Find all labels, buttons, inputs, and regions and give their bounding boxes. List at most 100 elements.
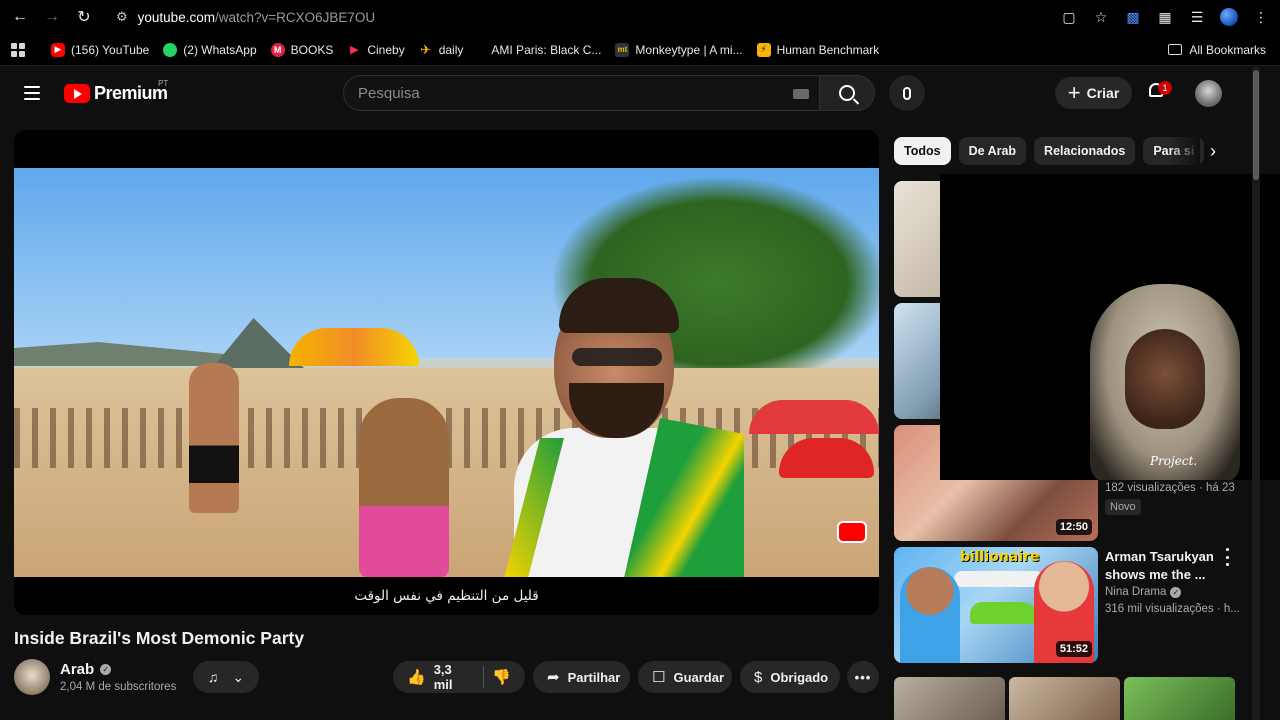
more-dots-icon: •••: [854, 669, 872, 685]
video-player[interactable]: قليل من التنظيم في نفس الوقت: [14, 130, 879, 615]
video-frame[interactable]: [14, 168, 879, 577]
channel-label: Nina Drama: [1105, 586, 1167, 598]
human-benchmark-icon: ⚡: [756, 42, 771, 57]
bookmark-label: (2) WhatsApp: [183, 42, 257, 57]
more-options-icon[interactable]: [1222, 548, 1232, 566]
youtube-header: Premium PT + Criar 1: [0, 67, 1250, 123]
site-settings-icon[interactable]: ⚙: [116, 9, 128, 25]
media-controls-icon[interactable]: ☰: [1188, 8, 1206, 26]
bookmark-label: BOOKS: [290, 42, 334, 57]
all-bookmarks[interactable]: All Bookmarks: [1168, 43, 1266, 57]
chip-relacionados[interactable]: Relacionados: [1034, 137, 1136, 165]
create-label: Criar: [1086, 85, 1120, 101]
apps-grid-icon[interactable]: [11, 42, 25, 57]
microphone-icon: [903, 86, 911, 100]
install-app-icon[interactable]: ▢: [1060, 8, 1078, 26]
bookmark-ami[interactable]: AMI Paris: Black C...: [491, 43, 601, 57]
scrollbar-thumb[interactable]: [1253, 70, 1259, 180]
recommendation-title[interactable]: Arman Tsarukyan shows me the ...: [1105, 548, 1215, 584]
chevron-right-icon[interactable]: ›: [1203, 142, 1223, 162]
youtube-play-icon: [64, 84, 90, 103]
search-icon: [839, 85, 855, 101]
bookmark-label: Cineby: [367, 42, 405, 57]
bookmark-label: Human Benchmark: [776, 42, 880, 57]
bookmark-label: daily: [438, 42, 464, 57]
chevron-down-icon: ⌄: [232, 668, 245, 685]
youtube-premium-logo[interactable]: Premium PT: [64, 79, 168, 104]
address-bar[interactable]: ⚙ youtube.com/watch?v=RCXO6JBE7OU: [116, 9, 375, 25]
bookmark-human-benchmark[interactable]: ⚡ Human Benchmark: [756, 42, 880, 57]
extension-icon[interactable]: ▩: [1124, 8, 1142, 26]
bookmark-whatsapp[interactable]: (2) WhatsApp: [163, 42, 257, 57]
subscription-bell-button[interactable]: ♫ ⌄: [193, 661, 259, 693]
books-icon: M: [270, 42, 285, 57]
video-duration: 51:52: [1055, 641, 1092, 657]
chip-de-arab[interactable]: De Arab: [958, 137, 1027, 165]
plus-icon: +: [1067, 80, 1081, 105]
whatsapp-icon: [163, 42, 178, 57]
share-label: Partilhar: [567, 669, 621, 685]
hamburger-menu-icon[interactable]: [24, 86, 40, 100]
keyboard-icon[interactable]: [793, 89, 809, 99]
verified-icon: ✓: [1170, 586, 1182, 598]
save-label: Guardar: [673, 669, 725, 685]
like-dislike-group: 👍 3,3 mil 👎: [393, 661, 525, 693]
chip-todos[interactable]: Todos: [894, 137, 951, 165]
folder-icon: [1168, 44, 1183, 55]
dislike-icon[interactable]: 👎: [492, 668, 511, 686]
channel-name-link[interactable]: Arab ✓: [60, 661, 112, 678]
picture-in-picture-window[interactable]: Project.: [940, 174, 1280, 480]
bookmark-label: AMI Paris: Black C...: [491, 42, 602, 57]
forward-icon[interactable]: →: [36, 0, 68, 34]
recommendation-thumbnail[interactable]: billionaire 51:52: [894, 547, 1098, 663]
bookmark-star-icon[interactable]: ☆: [1092, 8, 1110, 26]
share-button[interactable]: ➦ Partilhar: [533, 661, 630, 693]
thanks-button[interactable]: $ Obrigado: [740, 661, 840, 693]
more-actions-button[interactable]: •••: [847, 661, 879, 693]
recommendation-thumbnail[interactable]: [1009, 677, 1120, 720]
bookmark-cineby[interactable]: ▶ Cineby: [347, 42, 405, 57]
recommendation-thumbnail[interactable]: [1124, 677, 1235, 720]
monkeytype-icon: mt: [615, 42, 630, 57]
like-count[interactable]: 3,3 mil: [434, 662, 468, 692]
account-avatar[interactable]: [1195, 80, 1222, 107]
search-input[interactable]: [344, 76, 764, 110]
youtube-icon: ▶: [51, 42, 65, 57]
video-title: Inside Brazil's Most Demonic Party: [14, 628, 305, 648]
like-icon[interactable]: 👍: [407, 668, 426, 686]
profile-globe-icon[interactable]: [1220, 8, 1238, 26]
search-box: [343, 75, 819, 111]
voice-search-button[interactable]: [889, 75, 925, 111]
puzzle-icon[interactable]: ▦: [1156, 8, 1174, 26]
save-button[interactable]: ☐ Guardar: [638, 661, 732, 693]
thanks-label: Obrigado: [770, 669, 829, 685]
country-code: PT: [158, 79, 169, 88]
filter-chips: Todos De Arab Relacionados Para si: [894, 137, 1205, 165]
back-icon[interactable]: ←: [4, 0, 36, 34]
hoodie-text: Project.: [1150, 454, 1198, 468]
super-thanks-icon: $: [754, 668, 763, 686]
bookmark-daily[interactable]: ✈ daily: [419, 42, 464, 57]
bookmark-monkeytype[interactable]: mt Monkeytype | A mi...: [615, 42, 743, 57]
bell-icon: ♫: [207, 669, 219, 685]
menu-dots-icon[interactable]: ⋮: [1252, 8, 1270, 26]
recommendation-views: 182 visualizações · há 23: [1105, 482, 1235, 494]
channel-name: Arab: [60, 661, 95, 678]
youtube-watermark-icon[interactable]: [837, 521, 867, 543]
cineby-icon: ▶: [350, 44, 359, 56]
recommendation-views: 316 mil visualizações · h...: [1105, 603, 1240, 615]
create-button[interactable]: + Criar: [1055, 77, 1132, 109]
verified-icon: ✓: [100, 664, 112, 675]
recommendation-thumbnail[interactable]: [894, 677, 1005, 720]
reload-icon[interactable]: ↻: [68, 0, 100, 34]
bookmarks-bar: ▶ (156) YouTube (2) WhatsApp M BOOKS ▶ Cine…: [0, 34, 1280, 66]
channel-avatar[interactable]: [14, 659, 50, 695]
search-button[interactable]: [819, 75, 875, 111]
bookmark-books[interactable]: M BOOKS: [270, 42, 334, 57]
new-badge: Novo: [1105, 499, 1141, 515]
notification-badge: 1: [1158, 81, 1172, 95]
bookmark-youtube[interactable]: ▶ (156) YouTube: [51, 42, 149, 57]
url-path: /watch?v=RCXO6JBE7OU: [214, 9, 376, 25]
bookmark-label: Monkeytype | A mi...: [635, 42, 743, 57]
recommendation-channel[interactable]: Nina Drama ✓: [1105, 586, 1182, 598]
